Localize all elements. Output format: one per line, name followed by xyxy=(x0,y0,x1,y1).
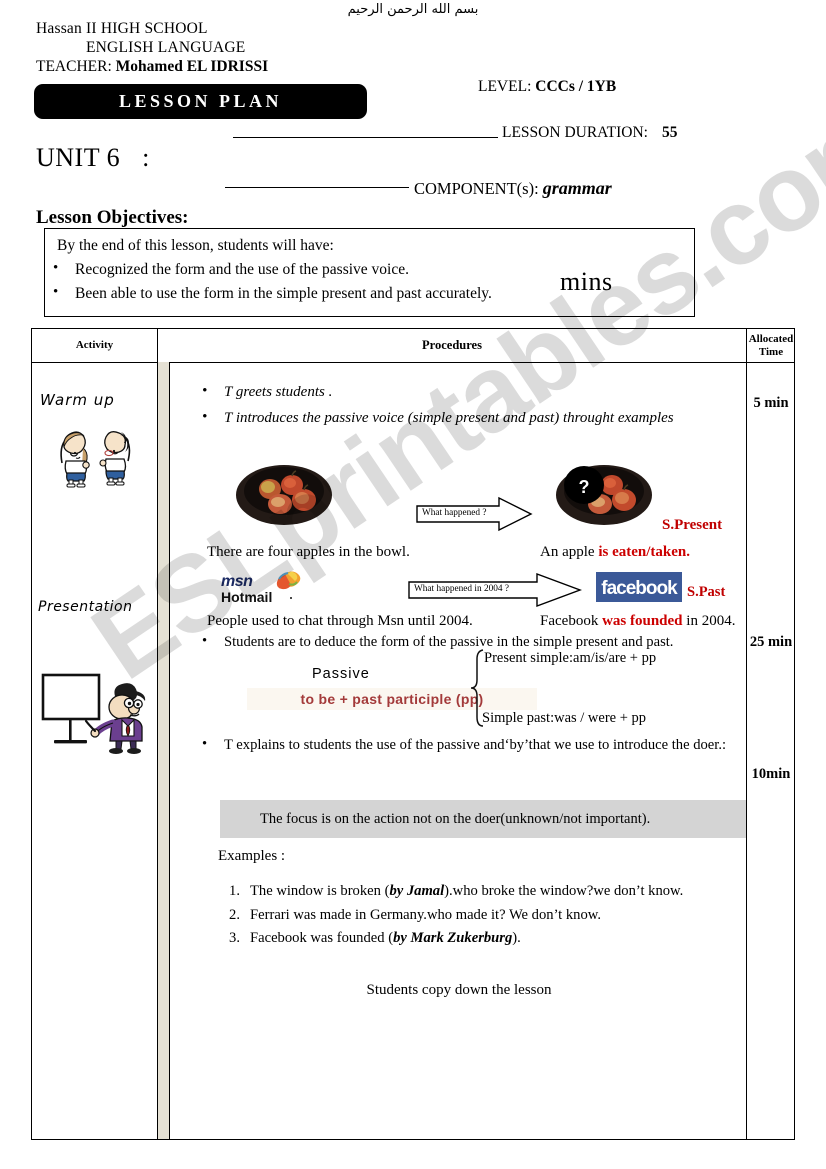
rule-present-simple: Present simple:am/is/are + pp xyxy=(484,650,657,666)
table-header-time-line1: Allocated xyxy=(748,332,794,345)
example-number: 3. xyxy=(229,930,240,947)
svg-text:msn: msn xyxy=(221,573,253,590)
procedure-bullet: T explains to students the use of the pa… xyxy=(202,735,754,756)
callout-arrow-what-happened: What happened ? xyxy=(415,496,533,532)
bismillah-text: بسم الله الرحمن الرحيم xyxy=(347,2,479,17)
caption-apples-before: There are four apples in the bowl. xyxy=(207,544,410,560)
duration-label: LESSON DURATION: xyxy=(502,124,648,141)
example-text-agent: by Mark Zukerburg xyxy=(393,930,513,947)
students-copy-line: Students copy down the lesson xyxy=(366,982,552,998)
caption-fb-highlight: was founded xyxy=(602,613,683,629)
allocated-time-cell: 10min xyxy=(751,766,791,782)
passive-label: Passive xyxy=(312,666,370,682)
procedure-bullet: T introduces the passive voice (simple p… xyxy=(202,409,674,427)
table-header-time-line2: Time xyxy=(758,345,784,358)
lesson-plan-banner: LESSON PLAN xyxy=(34,84,367,119)
lesson-plan-banner-label: LESSON PLAN xyxy=(118,91,283,111)
allocated-time-cell: 5 min xyxy=(753,395,789,411)
objective-item: Been able to use the form in the simple … xyxy=(53,284,492,303)
table-header-allocated-time: Allocated Time xyxy=(747,329,795,362)
example-number: 2. xyxy=(229,906,240,923)
unit-colon: : xyxy=(142,143,150,172)
examples-label: Examples : xyxy=(218,848,286,864)
tense-label-present: S.Present xyxy=(662,517,723,533)
example-text: The window is broken (by Jamal).who brok… xyxy=(250,880,748,904)
tense-label-past: S.Past xyxy=(687,584,726,600)
apples-bowl-before-image xyxy=(232,457,337,534)
caption-fb-post: in 2004. xyxy=(682,613,736,629)
table-beige-strip xyxy=(158,362,169,1139)
example-item: 3. Facebook was founded (by Mark Zukerbu… xyxy=(218,927,748,951)
example-text-agent: by Jamal xyxy=(389,883,445,899)
example-item: 2. Ferrari was made in Germany.who made … xyxy=(218,904,748,928)
example-text-pre: Facebook was founded ( xyxy=(250,930,394,947)
apples-bowl-after-image: ? xyxy=(552,457,657,534)
teacher-line: TEACHER: Mohamed EL IDRISSI xyxy=(36,58,268,76)
lesson-plan-table: Activity Procedures Allocated Time Warm … xyxy=(31,328,795,1140)
unit-line: UNIT 6: xyxy=(36,143,150,173)
procedures-column: T greets students . T introduces the pas… xyxy=(172,362,746,1140)
caption-facebook: Facebook was founded in 2004. xyxy=(540,613,735,630)
caption-fb-pre: Facebook xyxy=(540,613,603,629)
example-text-pre: Ferrari was made in Germany.who made it?… xyxy=(250,906,602,923)
passive-formula-box: to be + past participle (pp) xyxy=(247,688,537,710)
component-line: COMPONENT(s): grammar xyxy=(414,178,612,199)
example-text-pre: The window is broken ( xyxy=(250,883,390,899)
school-name: Hassan II HIGH SCHOOL xyxy=(36,20,208,37)
objectives-box: By the end of this lesson, students will… xyxy=(44,228,695,317)
example-text: Facebook was founded (by Mark Zukerburg)… xyxy=(250,927,748,951)
table-column-divider-time xyxy=(746,329,748,1139)
table-beige-strip-border xyxy=(169,362,171,1139)
level-value: CCCs / 1YB xyxy=(535,78,617,95)
kids-stretching-illustration xyxy=(42,417,147,494)
facebook-logo: facebook xyxy=(596,572,682,607)
msn-hotmail-logo: msn Hotmail xyxy=(217,569,315,612)
caption-msn: People used to chat through Msn until 20… xyxy=(207,613,473,629)
examples-list: 1. The window is broken (by Jamal).who b… xyxy=(218,880,748,951)
example-number: 1. xyxy=(229,883,240,899)
focus-highlight-bar: The focus is on the action not on the do… xyxy=(220,800,746,838)
table-header-procedures: Procedures xyxy=(422,338,482,353)
callout-arrow-label: What happened ? xyxy=(422,508,487,518)
procedure-bullet: T greets students . xyxy=(202,383,332,401)
allocated-time-cell: 25 min xyxy=(749,634,793,650)
callout-arrow-label: What happened in 2004 ? xyxy=(414,584,510,594)
focus-text: The focus is on the action not on the do… xyxy=(260,810,651,827)
lesson-duration-line: LESSON DURATION: 55 mins xyxy=(502,124,678,296)
component-label: COMPONENT(s): xyxy=(414,179,539,198)
svg-text:Hotmail: Hotmail xyxy=(221,589,272,605)
objective-item: Recognized the form and the use of the p… xyxy=(53,260,409,279)
example-text: Ferrari was made in Germany.who made it?… xyxy=(250,904,748,928)
table-header-activity: Activity xyxy=(75,339,114,352)
caption-apples-after-highlight: is eaten/taken. xyxy=(598,544,690,560)
callout-arrow-what-happened-2004: What happened in 2004 ? xyxy=(407,572,582,608)
duration-value: 55 xyxy=(661,124,678,141)
example-text-post: ).who broke the window?we don’t know. xyxy=(444,883,684,899)
svg-text:?: ? xyxy=(579,477,590,497)
subject-name: ENGLISH LANGUAGE xyxy=(86,39,246,56)
objectives-intro: By the end of this lesson, students will… xyxy=(57,237,334,254)
caption-apples-after-plain: An apple xyxy=(540,544,599,560)
teacher-label: TEACHER: xyxy=(36,58,112,75)
procedure-bullet: Students are to deduce the form of the p… xyxy=(202,633,673,651)
divider-rule-top xyxy=(233,137,498,138)
unit-label: UNIT 6 xyxy=(36,143,121,172)
level-label: LEVEL: xyxy=(478,78,532,95)
teacher-at-board-illustration xyxy=(38,669,150,764)
lesson-plan-page: بسم الله الرحمن الرحيم Hassan II HIGH SC… xyxy=(0,0,826,1169)
caption-apples-after: An apple is eaten/taken. xyxy=(540,544,690,561)
component-value: grammar xyxy=(542,178,612,198)
svg-text:facebook: facebook xyxy=(601,578,678,599)
divider-rule-component xyxy=(225,187,409,188)
level-line: LEVEL: CCCs / 1YB xyxy=(478,78,616,96)
example-item: 1. The window is broken (by Jamal).who b… xyxy=(218,880,748,904)
rule-past-simple: Simple past:was / were + pp xyxy=(482,710,647,726)
activity-presentation-label: Presentation xyxy=(38,599,133,615)
example-text-post: ). xyxy=(512,930,521,947)
objectives-title: Lesson Objectives: xyxy=(36,207,189,228)
teacher-name: Mohamed EL IDRISSI xyxy=(115,58,269,75)
activity-warm-up-label: Warm up xyxy=(40,391,115,409)
